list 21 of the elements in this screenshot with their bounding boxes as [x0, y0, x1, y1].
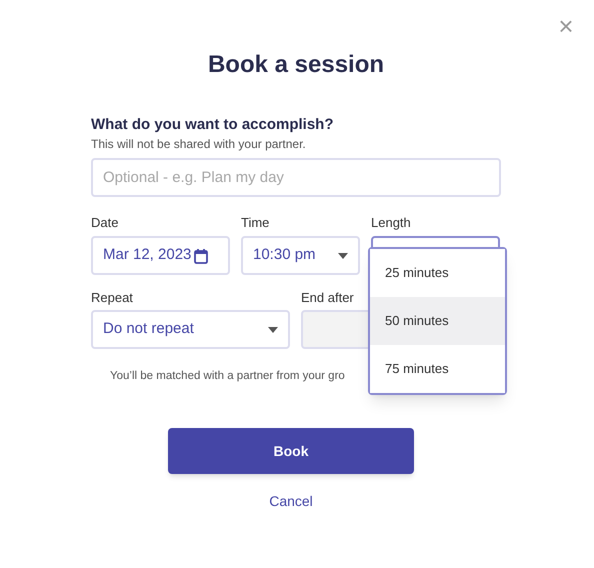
end-after-label: End after — [301, 289, 355, 307]
repeat-select[interactable]: Do not repeat — [91, 310, 290, 349]
dialog-title: Book a session — [208, 50, 384, 80]
caret-icon — [268, 326, 278, 332]
dropdown-option[interactable]: 75 minutes — [370, 345, 505, 393]
book-button[interactable]: Book — [168, 428, 414, 474]
time-select[interactable]: 10:30 pm — [241, 236, 360, 275]
goal-hint: This will not be shared with your partner. — [91, 136, 307, 152]
date-field[interactable]: Mar 12, 2023 — [91, 236, 230, 275]
goal-input-field[interactable]: Optional - e.g. Plan my day — [91, 158, 501, 197]
dropdown-option[interactable]: 50 minutes — [370, 297, 505, 345]
time-label: Time — [241, 214, 270, 232]
date-label: Date — [91, 214, 120, 232]
dropdown-option[interactable]: 25 minutes — [370, 249, 505, 297]
goal-heading: What do you want to accomplish? — [91, 115, 335, 135]
cancel-link[interactable]: Cancel — [269, 491, 313, 512]
repeat-label: Repeat — [91, 289, 134, 307]
match-note: You’ll be matched with a partner from your gro — [110, 370, 345, 382]
calendar-icon — [194, 248, 208, 264]
length-label: Length — [371, 214, 412, 232]
caret-icon — [338, 252, 348, 258]
